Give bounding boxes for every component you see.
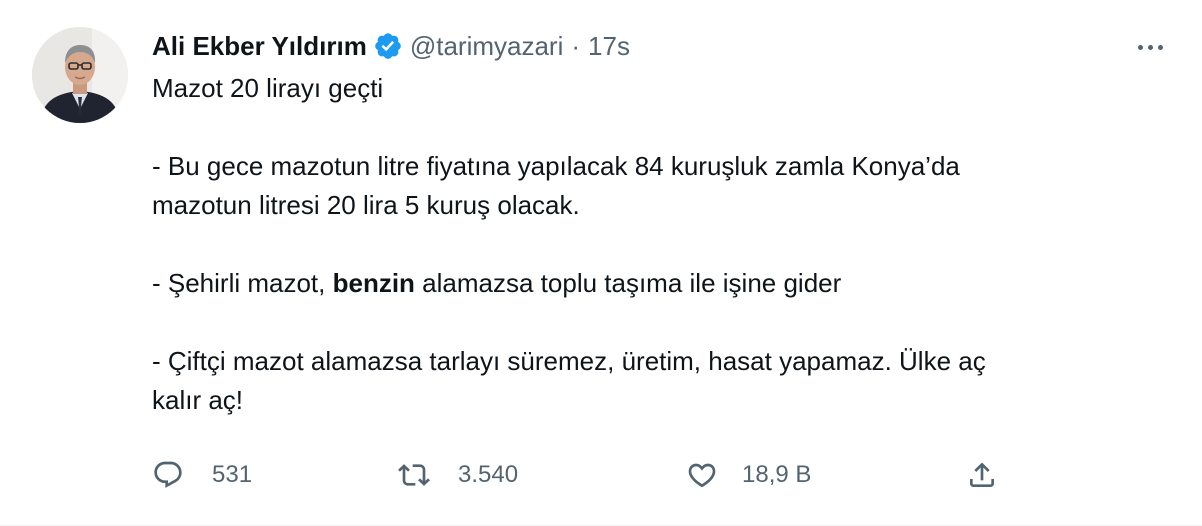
like-count: 18,9 B [742, 461, 812, 488]
author-handle[interactable]: @tarimyazari [410, 28, 564, 64]
share-upload-icon [970, 462, 994, 487]
tweet-card[interactable]: Ali Ekber Yıldırım @tarimyazari · 17s Ma… [0, 0, 1202, 526]
more-horizontal-icon [1157, 44, 1163, 50]
verified-badge-icon [373, 31, 403, 61]
more-options-button[interactable] [1130, 34, 1170, 60]
tweet-text-span: alamazsa toplu taşıma ile işine gider [414, 268, 842, 298]
avatar-photo [32, 27, 128, 123]
tweet-line: Mazot 20 lirayı geçti [152, 73, 384, 103]
like-button[interactable]: 18,9 B [686, 455, 811, 495]
reply-count: 531 [212, 461, 253, 488]
tweet-line: - Bu gece mazotun litre fiyatına yapılac… [152, 151, 960, 181]
share-button[interactable] [966, 455, 998, 495]
separator-dot: · [571, 31, 581, 61]
avatar[interactable] [32, 27, 128, 123]
more-horizontal-icon [1137, 44, 1143, 50]
tweet-content: Ali Ekber Yıldırım @tarimyazari · 17s Ma… [152, 28, 1152, 420]
tweet-line: kalır aç! [152, 385, 244, 415]
tweet-actions-bar: 531 3.540 18,9 B [152, 455, 1012, 495]
author-display-name[interactable]: Ali Ekber Yıldırım [152, 28, 367, 64]
retweet-icon [398, 464, 430, 486]
tweet-text-span: - Şehirli mazot, [152, 268, 333, 298]
retweet-count: 3.540 [458, 461, 519, 488]
heart-icon [688, 463, 716, 488]
more-horizontal-icon [1147, 44, 1153, 50]
tweet-line: mazotun litresi 20 lira 5 kuruş olacak. [152, 190, 580, 220]
tweet-header: Ali Ekber Yıldırım @tarimyazari · 17s [152, 28, 1152, 64]
retweet-button[interactable]: 3.540 [398, 455, 518, 495]
tweet-timestamp[interactable]: 17s [588, 28, 630, 64]
reply-bubble-icon [154, 461, 182, 488]
tweet-bold-text: benzin [332, 268, 415, 298]
tweet-line: - Şehirli mazot, benzin alamazsa toplu t… [152, 264, 1152, 303]
reply-button[interactable]: 531 [152, 455, 252, 495]
tweet-line: - Çiftçi mazot alamazsa tarlayı süremez,… [152, 346, 986, 376]
tweet-text: Mazot 20 lirayı geçti - Bu gece mazotun … [152, 69, 1152, 420]
